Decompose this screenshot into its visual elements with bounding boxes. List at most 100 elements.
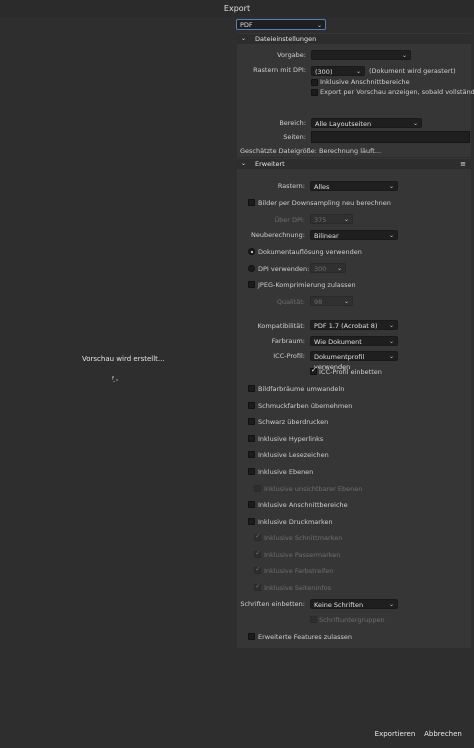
convert-colorspaces-checkbox[interactable] bbox=[248, 385, 255, 392]
font-subsets-label: Schriftuntergruppen bbox=[319, 616, 385, 624]
embed-fonts-label: Schriften einbetten: bbox=[240, 600, 305, 608]
colorspace-label: Farbraum: bbox=[271, 337, 305, 345]
chevron-down-icon: ⌄ bbox=[388, 353, 394, 360]
loading-spinner-icon bbox=[111, 376, 118, 383]
convert-colorspaces-label: Bildfarbräume umwandeln bbox=[258, 385, 345, 393]
advanced-header[interactable]: ⌄ Erweitert ≡ bbox=[237, 159, 471, 169]
bleed-checkbox[interactable] bbox=[248, 501, 255, 508]
downsample-label: Bilder per Downsampling neu berechnen bbox=[258, 199, 391, 207]
compat-select[interactable]: PDF 1.7 (Acrobat 8) ⌄ bbox=[310, 320, 398, 330]
dpi-use-select[interactable]: 300 ⌄ bbox=[310, 263, 346, 273]
doc-resolution-radio[interactable] bbox=[248, 248, 255, 255]
compat-value: PDF 1.7 (Acrobat 8) bbox=[314, 322, 378, 330]
color-bars-label: Inklusive Farbstreifen bbox=[264, 567, 334, 575]
jpeg-label: JPEG-Komprimierung zulassen bbox=[258, 281, 356, 289]
menu-icon[interactable]: ≡ bbox=[460, 159, 466, 169]
colorspace-value: Wie Dokument bbox=[314, 338, 362, 346]
area-select[interactable]: Alle Layoutseiten ⌄ bbox=[311, 118, 422, 128]
resample-label: Neuberechnung: bbox=[250, 231, 305, 239]
pages-input[interactable] bbox=[311, 131, 470, 143]
dpi-use-radio[interactable] bbox=[248, 265, 255, 272]
chevron-down-icon: ⌄ bbox=[388, 232, 394, 239]
raster-label: Rastern: bbox=[277, 182, 305, 190]
crop-marks-checkbox[interactable]: ✓ bbox=[254, 532, 261, 541]
quality-value: 98 bbox=[314, 298, 323, 306]
overprint-black-label: Schwarz überdrucken bbox=[258, 418, 329, 426]
cancel-button[interactable]: Abbrechen bbox=[422, 727, 464, 741]
preset-select[interactable]: ⌄ bbox=[311, 50, 411, 60]
bleed-label: Inklusive Anschnittbereiche bbox=[258, 501, 348, 509]
chevron-down-icon: ⌄ bbox=[401, 52, 407, 59]
chevron-down-icon: ⌄ bbox=[241, 35, 247, 42]
dpi-use-value: 300 bbox=[314, 265, 327, 273]
chevron-down-icon: ⌄ bbox=[316, 22, 322, 29]
include-bleed-checkbox[interactable] bbox=[311, 79, 318, 86]
export-preview-label: Export per Vorschau anzeigen, sobald vol… bbox=[320, 88, 474, 96]
over-dpi-label: Über DPI: bbox=[274, 216, 305, 224]
file-settings-title: Dateieinstellungen bbox=[255, 35, 317, 43]
checkmark-icon: ✓ bbox=[255, 532, 261, 540]
bookmarks-checkbox[interactable] bbox=[248, 451, 255, 458]
over-dpi-value: 375 bbox=[314, 216, 327, 224]
checkmark-icon: ✓ bbox=[255, 565, 261, 573]
hyperlinks-label: Inklusive Hyperlinks bbox=[258, 435, 324, 443]
embed-fonts-value: Keine Schriften bbox=[314, 601, 364, 609]
compat-label: Kompatibilität: bbox=[257, 322, 305, 330]
doc-resolution-label: Dokumentauflösung verwenden bbox=[258, 248, 362, 256]
raster-dpi-select[interactable]: (300) ⌄ bbox=[311, 66, 365, 76]
estimated-size: Geschätzte Dateigröße: Berechnung läuft.… bbox=[240, 147, 382, 155]
page-info-checkbox[interactable]: ✓ bbox=[254, 582, 261, 591]
include-bleed-label: Inklusive Anschnittbereiche bbox=[320, 78, 410, 86]
color-bars-checkbox[interactable]: ✓ bbox=[254, 565, 261, 574]
advanced-title: Erweitert bbox=[255, 160, 285, 168]
chevron-down-icon: ⌄ bbox=[343, 216, 349, 223]
chevron-down-icon: ⌄ bbox=[388, 183, 394, 190]
resample-value: Bilinear bbox=[314, 232, 339, 240]
checkmark-icon: ✓ bbox=[255, 582, 261, 590]
icc-select[interactable]: Dokumentprofil verwenden ⌄ bbox=[310, 351, 398, 371]
area-value: Alle Layoutseiten bbox=[315, 120, 372, 128]
embed-fonts-select[interactable]: Keine Schriften ⌄ bbox=[310, 599, 398, 609]
icc-embed-checkbox[interactable]: ✓ bbox=[310, 366, 317, 375]
layers-checkbox[interactable] bbox=[248, 468, 255, 475]
printer-marks-label: Inklusive Druckmarken bbox=[258, 518, 333, 526]
preview-area bbox=[0, 17, 236, 721]
raster-select[interactable]: Alles ⌄ bbox=[310, 181, 398, 191]
printer-marks-checkbox[interactable] bbox=[248, 518, 255, 525]
checkmark-icon: ✓ bbox=[255, 549, 261, 557]
raster-value: Alles bbox=[314, 183, 330, 191]
checkmark-icon: ✓ bbox=[311, 366, 317, 374]
format-select[interactable]: PDF ⌄ bbox=[236, 19, 326, 30]
chevron-down-icon: ⌄ bbox=[241, 160, 247, 167]
hidden-layers-label: Inklusive unsichtbarer Ebenen bbox=[264, 485, 363, 493]
chevron-down-icon: ⌄ bbox=[355, 68, 361, 75]
over-dpi-select[interactable]: 375 ⌄ bbox=[310, 214, 353, 224]
chevron-down-icon: ⌄ bbox=[412, 120, 418, 127]
overprint-black-checkbox[interactable] bbox=[248, 418, 255, 425]
chevron-down-icon: ⌄ bbox=[388, 338, 394, 345]
export-preview-checkbox[interactable] bbox=[311, 89, 318, 96]
dpi-use-label: DPI verwenden: bbox=[258, 265, 310, 273]
raster-dpi-value: (300) bbox=[315, 68, 333, 76]
quality-select[interactable]: 98 ⌄ bbox=[310, 296, 353, 306]
file-settings-header[interactable]: ⌄ Dateieinstellungen bbox=[237, 34, 471, 44]
quality-label: Qualität: bbox=[276, 298, 305, 306]
advanced-features-checkbox[interactable] bbox=[248, 633, 255, 640]
spot-colors-checkbox[interactable] bbox=[248, 402, 255, 409]
jpeg-checkbox[interactable] bbox=[248, 281, 255, 288]
downsample-checkbox[interactable] bbox=[248, 199, 255, 206]
icc-embed-label: ICC-Profil einbetten bbox=[319, 368, 382, 376]
colorspace-select[interactable]: Wie Dokument ⌄ bbox=[310, 336, 398, 346]
registration-marks-label: Inklusive Passermarken bbox=[264, 551, 341, 559]
hyperlinks-checkbox[interactable] bbox=[248, 435, 255, 442]
preview-status: Vorschau wird erstellt... bbox=[82, 355, 165, 363]
export-button[interactable]: Exportieren bbox=[372, 727, 418, 741]
spot-colors-label: Schmuckfarben übernehmen bbox=[258, 402, 353, 410]
advanced-features-label: Erweiterte Features zulassen bbox=[258, 633, 352, 641]
crop-marks-label: Inklusive Schnittmarken bbox=[264, 534, 343, 542]
registration-marks-checkbox[interactable]: ✓ bbox=[254, 549, 261, 558]
hidden-layers-checkbox[interactable] bbox=[254, 485, 261, 492]
resample-select[interactable]: Bilinear ⌄ bbox=[310, 230, 398, 240]
chevron-down-icon: ⌄ bbox=[388, 322, 394, 329]
font-subsets-checkbox[interactable] bbox=[310, 616, 317, 623]
